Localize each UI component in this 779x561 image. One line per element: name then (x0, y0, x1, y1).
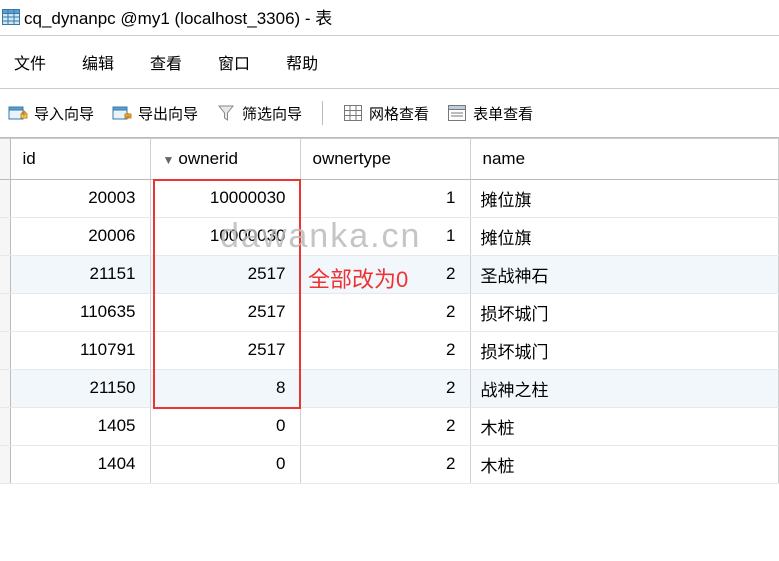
data-grid[interactable]: id ▼ownerid ownertype name 2000310000030… (0, 138, 779, 484)
window-title: cq_dynanpc @my1 (localhost_3306) - 表 (24, 4, 332, 29)
grid-icon (343, 104, 363, 122)
cell-ownerid[interactable]: 0 (150, 407, 300, 445)
toolbar: 导入向导 导出向导 筛选向导 (0, 89, 779, 138)
column-header-name[interactable]: name (470, 139, 779, 179)
row-handle-header (0, 139, 10, 179)
cell-name[interactable]: 损坏城门 (470, 293, 779, 331)
cell-ownertype[interactable]: 2 (300, 407, 470, 445)
cell-name[interactable]: 摊位旗 (470, 217, 779, 255)
header-row: id ▼ownerid ownertype name (0, 139, 779, 179)
table-icon (4, 8, 24, 26)
cell-ownertype[interactable]: 2 (300, 293, 470, 331)
column-header-id[interactable]: id (10, 139, 150, 179)
table-row[interactable]: 20003100000301摊位旗 (0, 179, 779, 217)
menu-file[interactable]: 文件 (14, 50, 46, 74)
form-view-label: 表单查看 (473, 103, 533, 124)
form-view-button[interactable]: 表单查看 (447, 103, 533, 124)
cell-ownertype[interactable]: 2 (300, 255, 470, 293)
column-header-ownertype[interactable]: ownertype (300, 139, 470, 179)
menu-view[interactable]: 查看 (150, 50, 182, 74)
cell-ownertype[interactable]: 1 (300, 179, 470, 217)
cell-name[interactable]: 木桩 (470, 445, 779, 483)
row-handle[interactable] (0, 369, 10, 407)
sort-desc-icon: ▼ (163, 153, 175, 167)
column-ownertype-label: ownertype (313, 149, 391, 168)
row-handle[interactable] (0, 255, 10, 293)
table-row[interactable]: 140402木桩 (0, 445, 779, 483)
cell-name[interactable]: 圣战神石 (470, 255, 779, 293)
form-icon (447, 104, 467, 122)
cell-name[interactable]: 战神之柱 (470, 369, 779, 407)
column-id-label: id (23, 149, 36, 168)
toolbar-separator (322, 101, 323, 125)
grid-view-label: 网格查看 (369, 103, 429, 124)
cell-id[interactable]: 21150 (10, 369, 150, 407)
cell-ownerid[interactable]: 10000030 (150, 179, 300, 217)
import-wizard-button[interactable]: 导入向导 (8, 103, 94, 124)
cell-ownerid[interactable]: 2517 (150, 293, 300, 331)
cell-name[interactable]: 木桩 (470, 407, 779, 445)
menu-bar: 文件 编辑 查看 窗口 帮助 (0, 36, 779, 89)
cell-ownerid[interactable]: 8 (150, 369, 300, 407)
cell-id[interactable]: 110635 (10, 293, 150, 331)
table-row[interactable]: 11063525172损坏城门 (0, 293, 779, 331)
cell-id[interactable]: 20006 (10, 217, 150, 255)
filter-wizard-label: 筛选向导 (242, 103, 302, 124)
column-name-label: name (483, 149, 526, 168)
title-bar: cq_dynanpc @my1 (localhost_3306) - 表 (0, 0, 779, 36)
row-handle[interactable] (0, 407, 10, 445)
grid-view-button[interactable]: 网格查看 (343, 103, 429, 124)
cell-id[interactable]: 21151 (10, 255, 150, 293)
row-handle[interactable] (0, 217, 10, 255)
cell-id[interactable]: 110791 (10, 331, 150, 369)
import-icon (8, 104, 28, 122)
cell-ownertype[interactable]: 2 (300, 331, 470, 369)
row-handle[interactable] (0, 445, 10, 483)
cell-ownertype[interactable]: 2 (300, 445, 470, 483)
cell-ownerid[interactable]: 10000030 (150, 217, 300, 255)
cell-ownertype[interactable]: 2 (300, 369, 470, 407)
row-handle[interactable] (0, 179, 10, 217)
import-wizard-label: 导入向导 (34, 103, 94, 124)
cell-ownerid[interactable]: 2517 (150, 331, 300, 369)
column-header-ownerid[interactable]: ▼ownerid (150, 139, 300, 179)
table-row[interactable]: 140502木桩 (0, 407, 779, 445)
table-row[interactable]: 2115082战神之柱 (0, 369, 779, 407)
cell-id[interactable]: 20003 (10, 179, 150, 217)
export-wizard-label: 导出向导 (138, 103, 198, 124)
cell-ownerid[interactable]: 0 (150, 445, 300, 483)
menu-edit[interactable]: 编辑 (82, 50, 114, 74)
filter-icon (216, 104, 236, 122)
cell-name[interactable]: 损坏城门 (470, 331, 779, 369)
cell-name[interactable]: 摊位旗 (470, 179, 779, 217)
cell-id[interactable]: 1405 (10, 407, 150, 445)
filter-wizard-button[interactable]: 筛选向导 (216, 103, 302, 124)
cell-id[interactable]: 1404 (10, 445, 150, 483)
table-row[interactable]: 2115125172圣战神石 (0, 255, 779, 293)
column-ownerid-label: ownerid (178, 149, 238, 168)
menu-window[interactable]: 窗口 (218, 50, 250, 74)
menu-help[interactable]: 帮助 (286, 50, 318, 74)
row-handle[interactable] (0, 293, 10, 331)
table-row[interactable]: 20006100000301摊位旗 (0, 217, 779, 255)
table-row[interactable]: 11079125172损坏城门 (0, 331, 779, 369)
export-wizard-button[interactable]: 导出向导 (112, 103, 198, 124)
cell-ownerid[interactable]: 2517 (150, 255, 300, 293)
export-icon (112, 104, 132, 122)
cell-ownertype[interactable]: 1 (300, 217, 470, 255)
row-handle[interactable] (0, 331, 10, 369)
